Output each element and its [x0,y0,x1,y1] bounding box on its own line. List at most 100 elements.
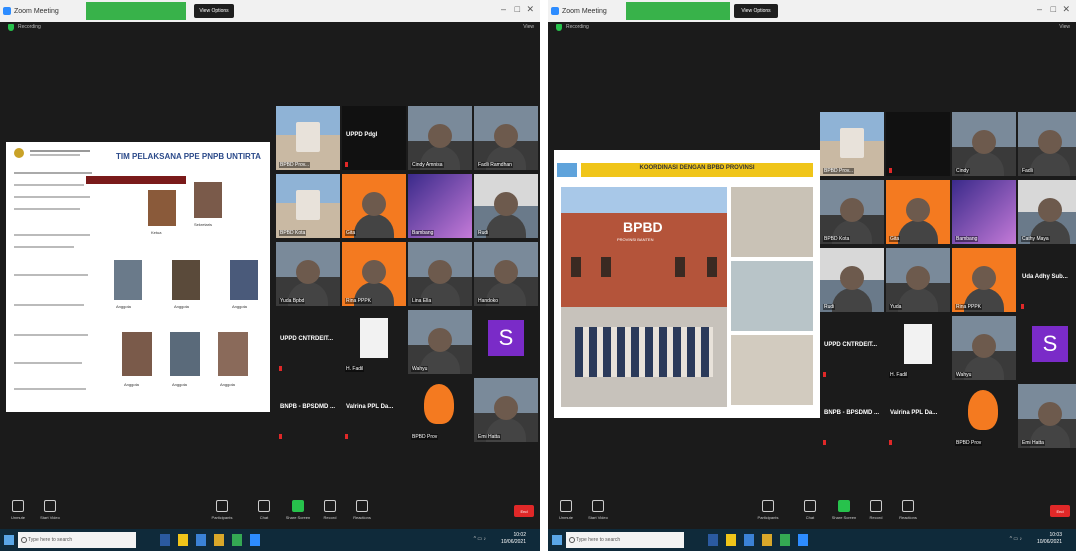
taskbar-clock[interactable]: 10:02 10/06/2021 [501,532,526,546]
close-button[interactable]: ✕ [526,4,534,15]
chat-button[interactable]: Chat [796,500,824,520]
participant-tile[interactable]: Gita [886,180,950,244]
security-shield-icon[interactable] [556,24,562,31]
participant-tile[interactable]: UPPD CNTRDEIT... [820,316,884,380]
app-icon[interactable] [780,534,790,546]
start-video-button[interactable]: Start Video [584,500,612,520]
file-explorer-icon[interactable] [726,534,736,546]
participant-tile[interactable]: Emi Hatta [1018,384,1076,448]
participant-tile[interactable]: Lina Ella [408,242,472,306]
participant-tile[interactable]: Yuda Bpbd [276,242,340,306]
participant-tile[interactable]: Rina PPPK [952,248,1016,312]
participant-tile[interactable]: BPBD Kota [276,174,340,238]
record-button[interactable]: Record [862,500,890,520]
windows-start-icon[interactable] [552,535,562,545]
end-meeting-button[interactable]: End [514,505,534,517]
task-view-icon[interactable] [160,534,170,546]
windows-start-icon[interactable] [4,535,14,545]
participant-tile[interactable]: Fadli Ramdhan [474,106,538,170]
search-icon [569,537,575,543]
record-button[interactable]: Record [316,500,344,520]
participant-tile[interactable]: Bambang [408,174,472,238]
participant-tile[interactable]: Yuda [886,248,950,312]
participant-tile[interactable]: Cindy [952,112,1016,176]
participant-tile[interactable]: Valrina PPL Da... [342,378,406,442]
app-icon[interactable] [232,534,242,546]
participant-tile[interactable]: Rina PPPK [342,242,406,306]
participant-tile[interactable]: BNPB - BPSDMD ... [276,378,340,442]
unmute-button[interactable]: Unmute [4,500,32,520]
security-shield-icon[interactable] [8,24,14,31]
participant-tile[interactable]: S [1018,316,1076,380]
unmute-button[interactable]: Unmute [552,500,580,520]
file-explorer-icon[interactable] [178,534,188,546]
participant-tile[interactable]: Handoko [474,242,538,306]
participants-button[interactable]: Participants [754,500,782,520]
participant-tile[interactable]: Bambang [952,180,1016,244]
participant-tile[interactable]: Wahyu [952,316,1016,380]
task-view-icon[interactable] [708,534,718,546]
chrome-icon[interactable] [214,534,224,546]
participant-tile[interactable]: Wahyu [408,310,472,374]
share-screen-button[interactable]: Share Screen [284,500,312,520]
member-photo [218,332,248,376]
share-screen-button[interactable]: Share Screen [830,500,858,520]
record-icon [870,500,882,512]
view-options-button[interactable]: View Options [734,4,778,18]
zoom-taskbar-icon[interactable] [798,534,808,546]
reactions-button[interactable]: Reactions [894,500,922,520]
minimize-button[interactable]: – [1037,4,1042,14]
maximize-button[interactable]: □ [1051,4,1056,14]
edge-browser-icon[interactable] [744,534,754,546]
participant-name: Fadli [1021,168,1034,174]
reactions-button[interactable]: Reactions [348,500,376,520]
edge-browser-icon[interactable] [196,534,206,546]
app-title: Zoom Meeting [14,7,59,15]
participant-tile[interactable]: BNPB - BPSDMD ... [820,384,884,448]
taskbar-search-input[interactable]: Type here to search [566,532,684,548]
taskbar-clock[interactable]: 10:03 10/06/2021 [1037,532,1062,546]
participant-tile[interactable]: Emi Hatta [474,378,538,442]
participant-tile[interactable]: Cathy Maya [1018,180,1076,244]
participant-tile[interactable]: Uda Adhy Sub... [1018,248,1076,312]
participant-tile[interactable]: Rudi [820,248,884,312]
chat-button[interactable]: Chat [250,500,278,520]
participant-tile[interactable]: BPBD Prov... [820,112,884,176]
view-button[interactable]: View [1059,24,1070,30]
close-button[interactable]: ✕ [1062,4,1070,15]
system-tray-icons[interactable]: ^ ▭ ♪ [1010,536,1022,542]
zoom-window-right: Zoom Meeting View Options – □ ✕ Recordin… [548,0,1076,551]
participant-tile[interactable] [886,112,950,176]
maximize-button[interactable]: □ [515,4,520,14]
participant-tile[interactable]: BPBD Kota [820,180,884,244]
participant-tile[interactable]: S [474,310,538,374]
chrome-icon[interactable] [762,534,772,546]
participant-tile[interactable]: UPPD CNTRDEIT... [276,310,340,374]
view-button[interactable]: View [523,24,534,30]
avatar-initial: S [488,320,524,356]
participant-tile[interactable]: H. Fadil [886,316,950,380]
participant-tile[interactable]: Cindy Amnisa [408,106,472,170]
participant-tile[interactable]: Valrina PPL Da... [886,384,950,448]
participant-tile[interactable]: BPBD Prov... [276,106,340,170]
role-label: Anggota [172,382,187,387]
participant-tile[interactable]: Gita [342,174,406,238]
taskbar-search-input[interactable]: Type here to search [18,532,136,548]
participant-face [972,266,996,290]
participant-tile[interactable]: UPPD Pdgl [342,106,406,170]
participants-button[interactable]: Participants [208,500,236,520]
participant-tile[interactable]: BPBD Prov [952,384,1016,448]
participant-tile[interactable]: H. Fadil [342,310,406,374]
view-options-button[interactable]: View Options [194,4,234,18]
participant-tile[interactable]: BPBD Prov [408,378,472,442]
zoom-taskbar-icon[interactable] [250,534,260,546]
muted-mic-icon [823,372,826,377]
participant-name: Handoko [477,298,500,304]
end-meeting-button[interactable]: End [1050,505,1070,517]
minimize-button[interactable]: – [501,4,506,14]
start-video-button[interactable]: Start Video [36,500,64,520]
system-tray-icons[interactable]: ^ ▭ ♪ [474,536,486,542]
title-bar: Zoom Meeting View Options – □ ✕ [0,0,540,22]
participant-tile[interactable]: Rudi [474,174,538,238]
participant-tile[interactable]: Fadli [1018,112,1076,176]
